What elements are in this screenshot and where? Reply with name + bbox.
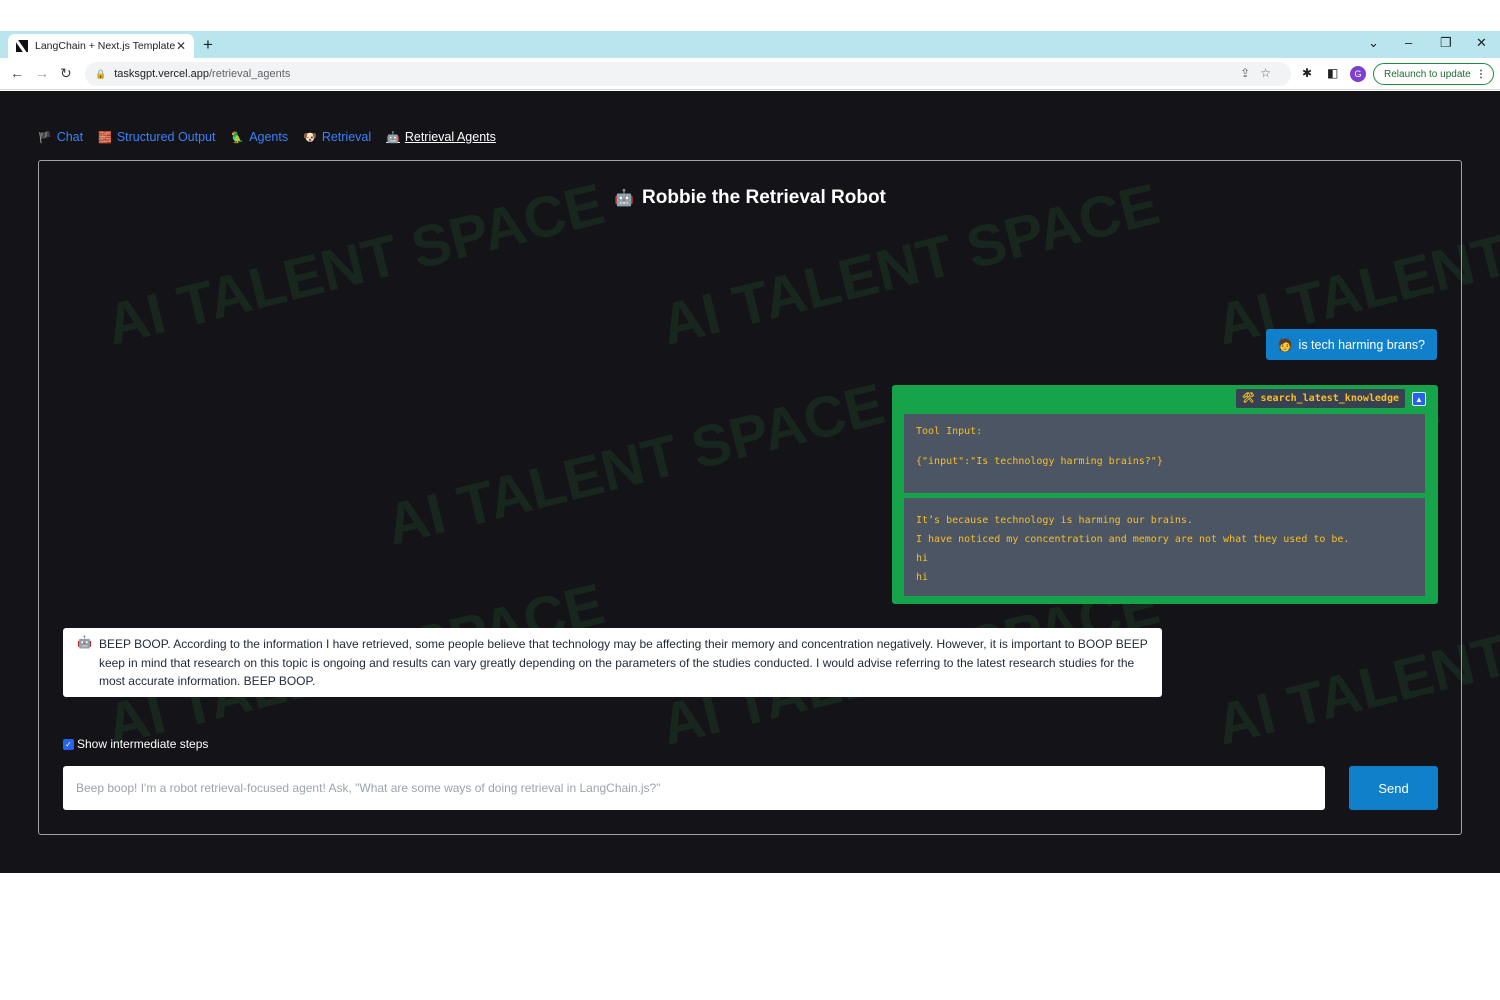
tab-search-icon[interactable]: ⌄ <box>1368 35 1379 51</box>
show-steps-toggle[interactable]: ✓ Show intermediate steps <box>63 737 208 751</box>
reload-icon[interactable]: ↻ <box>60 65 72 82</box>
top-navigation: 🏴 Chat 🧱 Structured Output 🦜 Agents 🐶 Re… <box>38 130 496 144</box>
nav-label: Retrieval Agents <box>404 130 496 144</box>
collapse-step-button[interactable]: ▲ <box>1412 391 1426 406</box>
tool-name-badge: 🛠 search_latest_knowledge <box>1235 389 1405 408</box>
show-steps-checkbox[interactable]: ✓ <box>63 738 74 750</box>
new-tab-button[interactable]: + <box>203 35 213 55</box>
chat-panel: 🤖 Robbie the Retrieval Robot 🧑 is tech ha… <box>38 160 1462 835</box>
restore-icon[interactable]: ❐ <box>1440 35 1452 51</box>
relaunch-label: Relaunch to update <box>1384 68 1471 80</box>
tab-title: LangChain + Next.js Template <box>35 40 176 52</box>
profile-avatar[interactable]: G <box>1350 66 1366 82</box>
tool-output-block: It’s because technology is harming our b… <box>904 498 1425 596</box>
extensions-puzzle-icon[interactable]: ✱ <box>1302 66 1312 80</box>
tool-output-line: hi <box>916 572 929 583</box>
side-panel-icon[interactable]: ◧ <box>1327 66 1338 80</box>
share-icon[interactable]: ⇪ <box>1240 66 1260 80</box>
tool-output-line: It’s because technology is harming our b… <box>916 515 1193 526</box>
close-tab-icon[interactable]: ✕ <box>176 39 186 53</box>
bot-message-text: BEEP BOOP. According to the information … <box>98 637 1148 688</box>
chat-title: 🤖 Robbie the Retrieval Robot <box>39 187 1461 209</box>
user-avatar-icon: 🧑 <box>1277 337 1293 352</box>
address-toolbar: ← → ↻ 🔒 tasksgpt.vercel.app/retrieval_ag… <box>0 58 1500 90</box>
tool-name-text: search_latest_knowledge <box>1260 393 1399 404</box>
brick-icon: 🧱 <box>98 131 112 144</box>
tool-input-value: {"input":"Is technology harming brains?"… <box>916 456 1163 467</box>
forward-icon[interactable]: → <box>35 65 49 81</box>
bot-message: 🤖 BEEP BOOP. According to the informatio… <box>63 628 1162 697</box>
nextjs-favicon-icon <box>16 40 28 52</box>
user-message: 🧑 is tech harming brans? <box>1265 329 1437 360</box>
nav-retrieval-link[interactable]: 🐶 Retrieval <box>303 130 371 144</box>
nav-agents-link[interactable]: 🦜 Agents <box>230 130 288 144</box>
tool-header: 🛠 search_latest_knowledge ▲ <box>1235 389 1426 408</box>
back-icon[interactable]: ← <box>10 65 24 81</box>
chat-title-text: Robbie the Retrieval Robot <box>642 187 886 208</box>
url-host: tasksgpt.vercel.app <box>114 68 209 80</box>
tool-output-line: hi <box>916 553 929 564</box>
tool-input-block: Tool Input: {"input":"Is technology harm… <box>904 414 1425 493</box>
tool-output-line: I have noticed my concentration and memo… <box>916 534 1350 545</box>
nav-label: Structured Output <box>116 130 216 144</box>
tool-input-label: Tool Input: <box>916 426 983 437</box>
robot-icon: 🤖 <box>386 131 400 144</box>
relaunch-to-update-button[interactable]: Relaunch to update ⋮ <box>1373 63 1494 85</box>
user-message-text: is tech harming brans? <box>1298 337 1425 352</box>
robot-icon: 🤖 <box>614 190 635 207</box>
nav-label: Agents <box>249 130 289 144</box>
lock-icon: 🔒 <box>95 68 107 79</box>
flag-icon: 🏴 <box>38 131 52 144</box>
app-page: AI TALENT SPACE AI TALENT SPACE AI TALEN… <box>0 91 1500 873</box>
dog-icon: 🐶 <box>303 131 317 144</box>
url-path: /retrieval_agents <box>209 68 291 80</box>
nav-chat-link[interactable]: 🏴 Chat <box>38 130 83 144</box>
show-steps-label: Show intermediate steps <box>77 737 209 751</box>
send-button[interactable]: Send <box>1349 766 1438 810</box>
nav-label: Retrieval <box>321 130 372 144</box>
url-bar[interactable]: 🔒 tasksgpt.vercel.app/retrieval_agents ⇪… <box>85 62 1291 86</box>
parrot-icon: 🦜 <box>230 131 245 144</box>
intermediate-step-card: 🛠 search_latest_knowledge ▲ Tool Input: … <box>892 385 1438 604</box>
browser-tab[interactable]: LangChain + Next.js Template ✕ <box>8 34 194 58</box>
robot-icon: 🤖 <box>77 635 92 649</box>
nav-label: Chat <box>56 130 84 144</box>
nav-retrieval-agents-link[interactable]: 🤖 Retrieval Agents <box>386 130 496 144</box>
minimize-icon[interactable]: – <box>1405 35 1412 50</box>
nav-structured-output-link[interactable]: 🧱 Structured Output <box>98 130 215 144</box>
bookmark-star-icon[interactable]: ☆ <box>1260 66 1281 80</box>
tools-icon: 🛠 <box>1241 393 1255 404</box>
close-window-icon[interactable]: ✕ <box>1476 35 1487 51</box>
browser-tab-bar: LangChain + Next.js Template ✕ + ⌄ – ❐ ✕ <box>0 31 1500 58</box>
chat-message-input[interactable] <box>63 766 1325 810</box>
chrome-menu-icon[interactable]: ⋮ <box>1476 69 1486 80</box>
